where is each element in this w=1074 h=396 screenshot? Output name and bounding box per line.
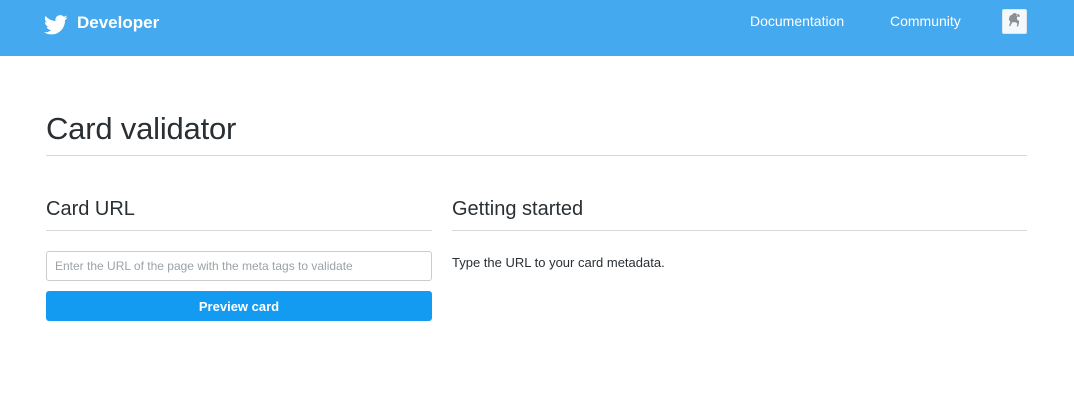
card-url-input[interactable] bbox=[46, 251, 432, 281]
twitter-bird-icon bbox=[44, 15, 68, 35]
card-url-divider bbox=[46, 230, 432, 231]
getting-started-text: Type the URL to your card metadata. bbox=[452, 255, 665, 270]
brand-home-link[interactable]: Developer bbox=[44, 10, 159, 36]
top-navigation-bar: Developer Documentation Community bbox=[0, 0, 1074, 56]
title-divider bbox=[46, 155, 1027, 156]
nav-community-link[interactable]: Community bbox=[890, 13, 961, 29]
page-title: Card validator bbox=[46, 111, 237, 146]
user-avatar[interactable] bbox=[1002, 9, 1027, 34]
getting-started-divider bbox=[452, 230, 1027, 231]
brand-label: Developer bbox=[77, 13, 160, 32]
horse-avatar-icon bbox=[1003, 10, 1026, 33]
card-url-heading: Card URL bbox=[46, 198, 135, 220]
nav-documentation-link[interactable]: Documentation bbox=[750, 13, 844, 29]
preview-card-button[interactable]: Preview card bbox=[46, 291, 432, 321]
getting-started-heading: Getting started bbox=[452, 198, 584, 220]
